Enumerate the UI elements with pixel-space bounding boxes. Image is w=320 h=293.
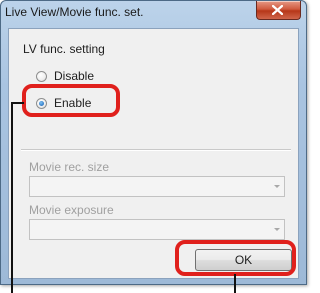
disable-label: Disable [54, 69, 95, 83]
title-bar[interactable]: Live View/Movie func. set. [1, 1, 306, 23]
ok-callout-highlight [175, 240, 296, 276]
movie-rec-size-select[interactable] [29, 176, 285, 197]
enable-callout-highlight [22, 84, 120, 117]
chevron-down-icon [274, 228, 280, 231]
movie-exposure-label: Movie exposure [29, 203, 114, 217]
movie-rec-size-label: Movie rec. size [29, 160, 110, 174]
disable-option[interactable]: Disable [36, 69, 94, 83]
enable-leader-vertical [11, 102, 13, 293]
section-divider [21, 149, 291, 151]
window-title: Live View/Movie func. set. [5, 5, 144, 19]
ok-leader-vertical [234, 274, 236, 293]
chevron-down-icon [274, 185, 280, 188]
close-x-icon [272, 5, 283, 15]
lv-func-setting-label: LV func. setting [23, 42, 105, 56]
disable-radio[interactable] [36, 70, 47, 82]
movie-exposure-select[interactable] [29, 219, 285, 240]
close-button[interactable] [256, 1, 301, 20]
